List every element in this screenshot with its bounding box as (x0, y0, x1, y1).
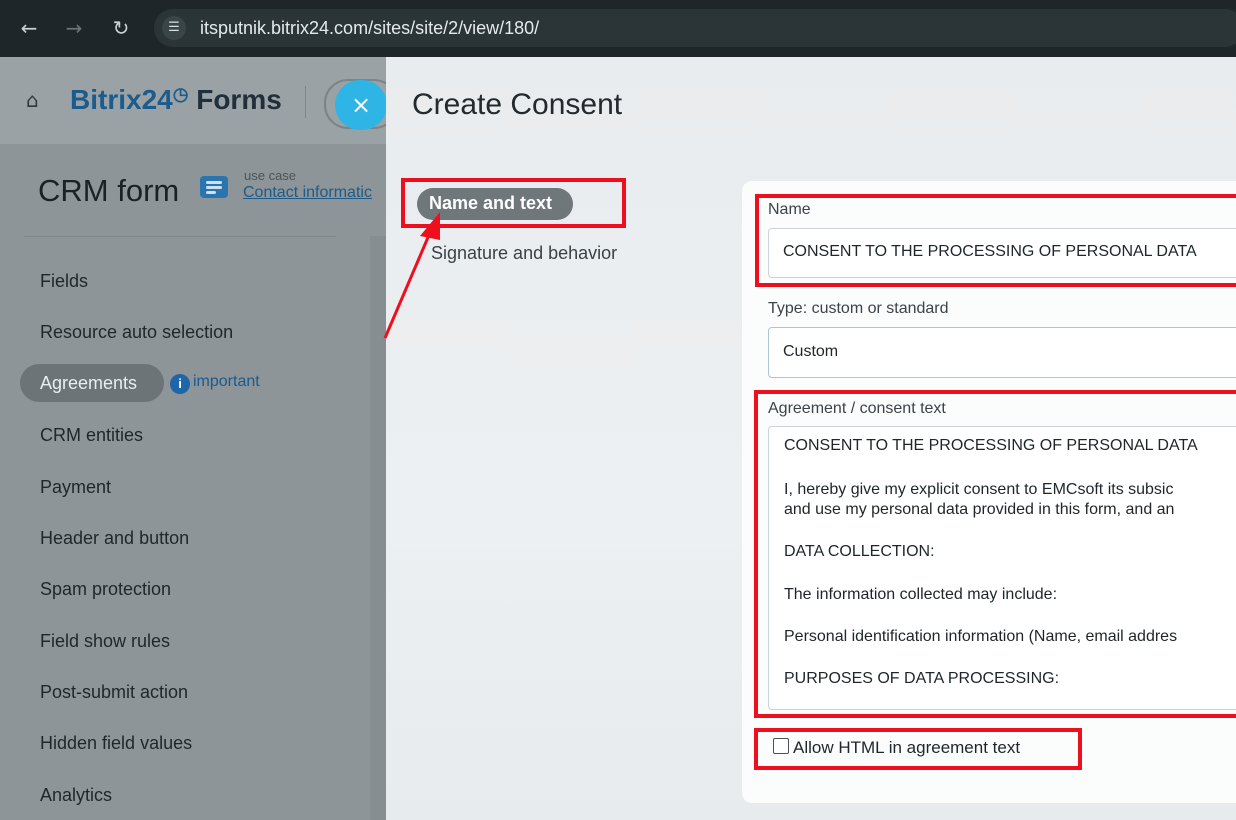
annotation-arrow (383, 212, 440, 339)
